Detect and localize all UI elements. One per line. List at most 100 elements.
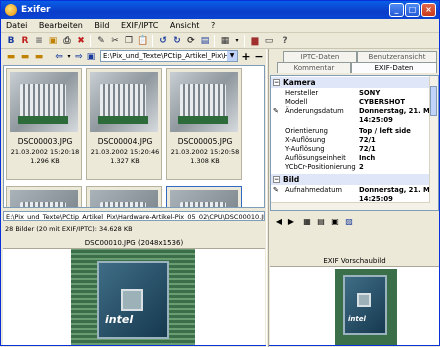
tab-user-view[interactable]: Benutzeransicht: [357, 51, 437, 62]
exif-row[interactable]: X-Auflösung 72/1: [271, 136, 431, 145]
collapse-icon[interactable]: −: [273, 176, 280, 183]
rotate-left-icon[interactable]: ↺: [157, 35, 169, 47]
add-icon[interactable]: +: [240, 51, 252, 63]
edit-icon[interactable]: ✎: [273, 107, 281, 115]
chevron-down-icon[interactable]: ▾: [231, 35, 243, 47]
thumbnail-date: 21.03.2002 15:20:46: [90, 148, 160, 156]
exif-row[interactable]: 14:25:09: [271, 116, 431, 125]
help-icon[interactable]: ?: [279, 35, 291, 47]
copy-icon[interactable]: ❐: [123, 35, 135, 47]
exif-row[interactable]: YCbCr-Positionierung 2: [271, 163, 431, 172]
collapse-icon[interactable]: −: [273, 79, 280, 86]
tab-iptc[interactable]: IPTC-Daten: [283, 51, 357, 62]
tab-exif[interactable]: EXIF-Daten: [351, 62, 437, 73]
grid-view-icon[interactable]: ▦: [219, 35, 231, 47]
screen-icon[interactable]: ▭: [263, 35, 275, 47]
thumbnail-item[interactable]: [86, 186, 162, 207]
vertical-splitter[interactable]: [266, 49, 269, 347]
rename-icon[interactable]: R: [19, 35, 31, 47]
remove-icon[interactable]: −: [253, 51, 265, 63]
menu-bild[interactable]: Bild: [89, 19, 113, 32]
rotate-right-icon[interactable]: ↻: [171, 35, 183, 47]
thumbnail-date: 21.03.2002 15:20:18: [10, 148, 80, 156]
exif-row[interactable]: ✎ Aufnahmedatum Donnerstag, 21. Mä: [271, 186, 434, 195]
thumbnail-item[interactable]: DSC00003.JPG 21.03.2002 15:20:18 1.296 K…: [6, 68, 82, 180]
exif-key: Änderungsdatum: [285, 107, 344, 115]
app-window: Exifer _ □ × Datei Bearbeiten Bild EXIF/…: [0, 0, 440, 347]
exif-property-list[interactable]: − Kamera Hersteller SONY Modell CYBERSHOT …: [270, 75, 439, 211]
exif-row[interactable]: Y-Auflösung 72/1: [271, 145, 431, 154]
menu-exif-iptc[interactable]: EXIF/IPTC: [116, 19, 162, 32]
image-icon[interactable]: ▤: [199, 35, 211, 47]
tab-comment[interactable]: Kommentar: [277, 62, 351, 73]
chevron-down-icon[interactable]: ▼: [227, 51, 237, 61]
menu-help[interactable]: ?: [206, 19, 219, 32]
copy-exif-icon[interactable]: ≡: [33, 35, 45, 47]
bold-icon[interactable]: B: [5, 35, 17, 47]
exif-row[interactable]: Auflösungseinheit Inch: [271, 154, 431, 163]
thumbnail-name: DSC00005.JPG: [177, 137, 233, 146]
preview-background: [195, 249, 265, 345]
print-icon[interactable]: ⎙: [61, 35, 73, 47]
exif-row[interactable]: ✎ Änderungsdatum Donnerstag, 21. Mä: [271, 107, 435, 116]
path-combobox[interactable]: E:\Pix_und_Texte\PCtip_Artikel_Pix\Hardw…: [100, 50, 238, 62]
exif-value: 72/1: [359, 145, 376, 153]
exif-row[interactable]: Modell CYBERSHOT: [271, 98, 431, 107]
minimize-button[interactable]: _: [389, 3, 404, 17]
cpu-chip: intel: [97, 261, 169, 339]
intel-logo: intel: [105, 313, 134, 326]
thumbnail-image: [170, 190, 238, 207]
refresh-icon[interactable]: ⟳: [185, 35, 197, 47]
thumbnail-item[interactable]: DSC00004.JPG 21.03.2002 15:20:46 1.327 K…: [86, 68, 162, 180]
image-icon[interactable]: ▨: [344, 216, 354, 228]
thumbnail-view-icon[interactable]: ▦: [302, 216, 312, 228]
menu-ansicht[interactable]: Ansicht: [165, 19, 204, 32]
group-camera[interactable]: − Kamera: [271, 77, 431, 88]
exif-preview-title: EXIF Vorschaubild: [270, 255, 439, 267]
thumbnail-name: DSC00003.JPG: [17, 137, 73, 146]
edit-icon[interactable]: ✎: [95, 35, 107, 47]
next-icon[interactable]: ▶: [286, 216, 296, 228]
menu-datei[interactable]: Datei: [1, 19, 31, 32]
thumbnail-date: 21.03.2002 15:20:58: [170, 148, 240, 156]
menu-bearbeiten[interactable]: Bearbeiten: [34, 19, 87, 32]
exif-value: Donnerstag, 21. Mä: [359, 107, 435, 115]
exif-row[interactable]: Orientierung Top / left side: [271, 127, 431, 136]
cut-icon[interactable]: ✂: [109, 35, 121, 47]
group-camera-label: Kamera: [283, 78, 316, 87]
save-icon[interactable]: ▣: [330, 216, 340, 228]
paste-icon[interactable]: 📋: [137, 35, 149, 47]
close-button[interactable]: ×: [421, 3, 436, 17]
new-folder-icon[interactable]: ▬: [19, 51, 31, 63]
thumbnail-item[interactable]: [6, 186, 82, 207]
thumbnail-image: [170, 72, 238, 132]
scrollbar-thumb[interactable]: [430, 86, 437, 116]
exif-value: CYBERSHOT: [359, 98, 405, 106]
toolbar: B R ≡ ▣ ⎙ ✖ ✎ ✂ ❐ 📋 ↺ ↻ ⟳ ▤ ▦ ▾ ▆ ▭ ?: [1, 33, 439, 49]
exif-nav-bar: ◀ ▶ ▦ ▤ ▣ ▨: [270, 215, 439, 229]
thumbnail-size: 1.308 KB: [190, 157, 220, 165]
thumbnail-grid[interactable]: DSC00003.JPG 21.03.2002 15:20:18 1.296 K…: [3, 65, 265, 208]
thumbnail-image: [10, 72, 78, 132]
cpu-die: [121, 289, 143, 311]
exif-key: Orientierung: [285, 127, 328, 135]
vertical-scrollbar[interactable]: [429, 76, 438, 210]
edit-icon[interactable]: ✎: [273, 186, 281, 194]
thumbnail-item[interactable]: DSC00005.JPG 21.03.2002 15:20:58 1.308 K…: [166, 68, 242, 180]
thumbnail-item-selected[interactable]: [166, 186, 242, 207]
up-icon[interactable]: ▣: [85, 51, 97, 63]
thumbnail-image: [10, 190, 78, 207]
group-image[interactable]: − Bild: [271, 174, 431, 185]
horizontal-scrollbar[interactable]: [271, 202, 430, 210]
exif-row[interactable]: Hersteller SONY: [271, 89, 431, 98]
list-view-icon[interactable]: ▤: [316, 216, 326, 228]
maximize-button[interactable]: □: [405, 3, 420, 17]
delete-icon[interactable]: ✖: [75, 35, 87, 47]
favorites-icon[interactable]: ▬: [33, 51, 45, 63]
forward-icon[interactable]: ⇨: [73, 51, 85, 63]
save-icon[interactable]: ▣: [47, 35, 59, 47]
book-icon[interactable]: ▆: [249, 35, 261, 47]
folder-icon[interactable]: ▬: [5, 51, 17, 63]
prev-icon[interactable]: ◀: [274, 216, 284, 228]
app-icon: [5, 4, 17, 16]
